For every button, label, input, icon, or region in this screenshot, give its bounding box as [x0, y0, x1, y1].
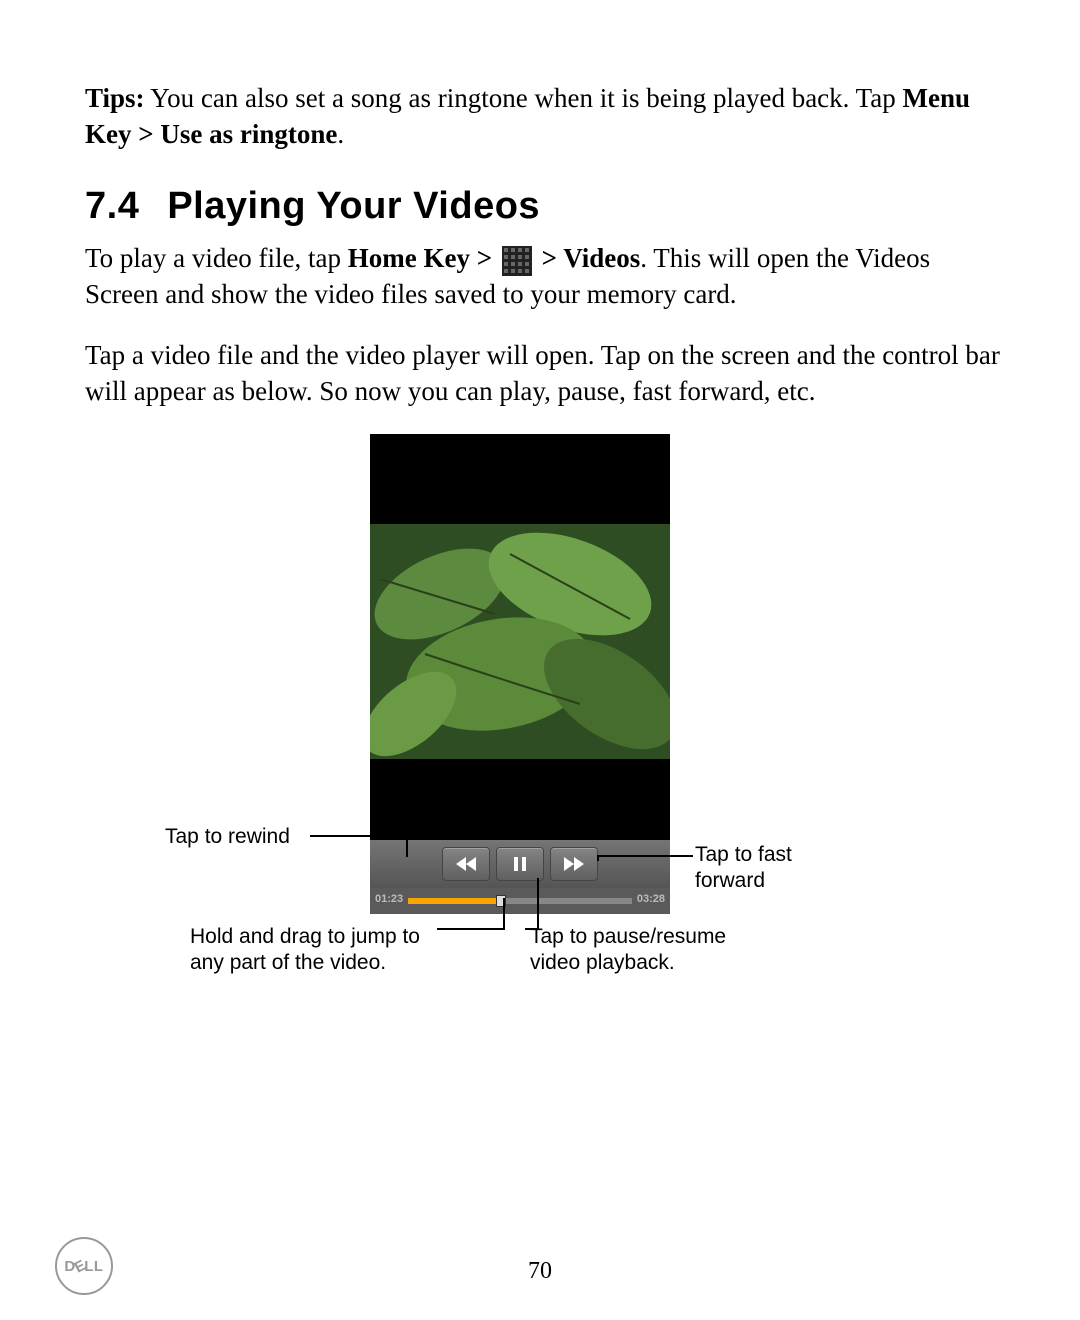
- section-title: Playing Your Videos: [167, 185, 540, 227]
- progress-fill: [408, 898, 500, 904]
- fast-forward-icon: [564, 857, 584, 871]
- tips-text-2: .: [337, 119, 344, 149]
- leader-line: [597, 855, 693, 857]
- section-number: 7.4: [85, 185, 139, 227]
- video-player-figure: 01:23 03:28 Tap to rewind Tap to fast fo…: [85, 434, 1005, 994]
- paragraph-2: Tap a video file and the video player wi…: [85, 337, 1005, 410]
- pause-icon: [513, 857, 527, 871]
- pause-button[interactable]: [496, 847, 544, 881]
- video-frame: [370, 524, 670, 759]
- phone-screenshot: 01:23 03:28: [370, 434, 670, 914]
- tips-paragraph: Tips: You can also set a song as rington…: [85, 80, 1005, 153]
- callout-fast-forward: Tap to fast forward: [695, 842, 855, 895]
- callout-pause-resume: Tap to pause/resume video playback.: [530, 924, 760, 977]
- p1-t1: To play a video file, tap: [85, 243, 348, 273]
- leader-line: [503, 898, 505, 930]
- callout-rewind: Tap to rewind: [165, 824, 290, 850]
- time-elapsed: 01:23: [375, 893, 403, 905]
- fast-forward-button[interactable]: [550, 847, 598, 881]
- paragraph-1: To play a video file, tap Home Key > > V…: [85, 240, 1005, 313]
- callout-drag: Hold and drag to jump to any part of the…: [190, 924, 440, 977]
- control-bar: [370, 840, 670, 888]
- leader-line: [406, 835, 408, 857]
- p1-bold-videos: > Videos: [535, 243, 640, 273]
- leader-line: [310, 835, 406, 837]
- leader-line: [537, 878, 539, 930]
- rewind-button[interactable]: [442, 847, 490, 881]
- tips-label: Tips:: [85, 83, 145, 113]
- section-heading: 7.4 Playing Your Videos: [85, 185, 1005, 228]
- progress-bar[interactable]: 01:23 03:28: [370, 888, 670, 914]
- rewind-icon: [456, 857, 476, 871]
- p1-bold-home: Home Key >: [348, 243, 499, 273]
- time-total: 03:28: [637, 893, 665, 905]
- leader-line: [437, 928, 503, 930]
- dell-logo: DELL: [55, 1237, 113, 1295]
- page-number: 70: [0, 1258, 1080, 1285]
- leaves-image: [370, 524, 670, 759]
- leader-line: [597, 855, 599, 861]
- tips-text-1: You can also set a song as ringtone when…: [145, 83, 903, 113]
- apps-grid-icon: [502, 246, 532, 276]
